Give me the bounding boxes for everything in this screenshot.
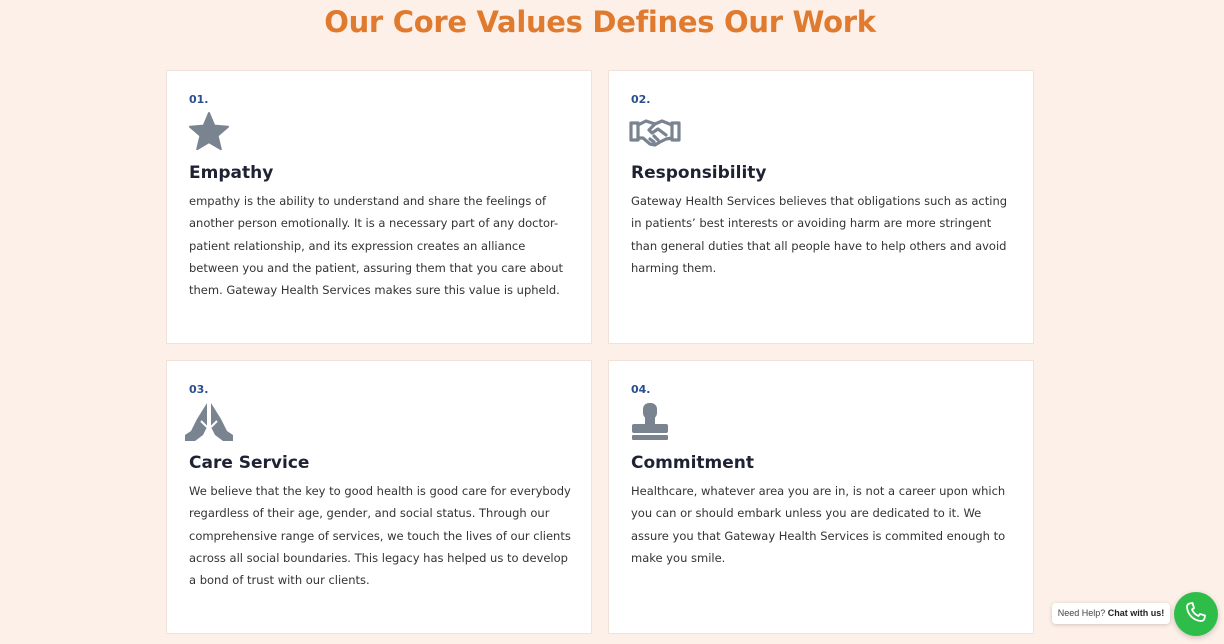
value-card-care-service: 03. Care Service We believe that the key… — [166, 360, 592, 634]
card-description: empathy is the ability to understand and… — [189, 194, 563, 298]
core-values-section: Our Core Values Defines Our Work 01. Emp… — [0, 0, 1224, 644]
chat-help-prefix: Need Help? — [1057, 608, 1106, 618]
value-card-empathy: 01. Empathy empathy is the ability to un… — [166, 70, 592, 344]
star-icon — [187, 111, 233, 153]
chat-button[interactable] — [1174, 592, 1218, 636]
section-title: Our Core Values Defines Our Work — [324, 5, 876, 39]
phone-icon — [1184, 600, 1208, 629]
card-number: 04. — [631, 383, 651, 396]
card-title: Commitment — [631, 453, 755, 473]
card-title: Empathy — [189, 163, 274, 183]
card-number: 01. — [189, 93, 209, 106]
card-description: We believe that the key to good health i… — [189, 484, 571, 588]
handshake-icon — [629, 111, 681, 153]
praying-hands-icon — [183, 401, 233, 443]
card-title: Care Service — [189, 453, 310, 473]
card-number: 03. — [189, 383, 209, 396]
stamp-icon — [629, 401, 675, 443]
card-number: 02. — [631, 93, 651, 106]
value-card-commitment: 04. Commitment Healthcare, whatever area… — [608, 360, 1034, 634]
card-title: Responsibility — [631, 163, 767, 183]
chat-help-label[interactable]: Need Help? Chat with us! — [1052, 603, 1170, 624]
chat-help-cta: Chat with us! — [1107, 608, 1165, 618]
value-card-responsibility: 02. Responsibility Gateway Health Servic… — [608, 70, 1034, 344]
card-description: Healthcare, whatever area you are in, is… — [631, 484, 1006, 565]
card-description: Gateway Health Services believes that ob… — [631, 194, 1008, 275]
